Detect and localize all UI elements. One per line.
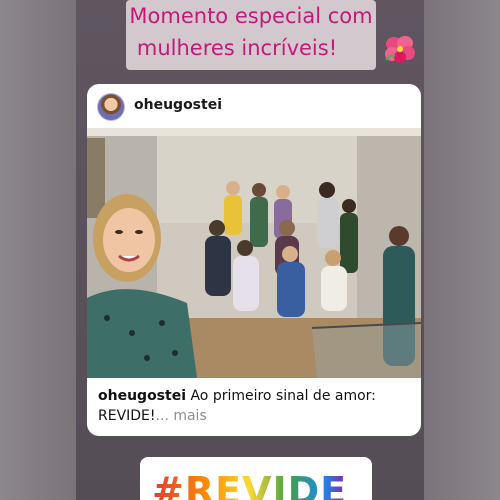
- post-username[interactable]: oheugostei: [134, 97, 222, 113]
- hibiscus-icon: [385, 36, 415, 63]
- hashtag-sticker[interactable]: #REVIDE: [140, 457, 372, 500]
- blurred-background-right: [424, 0, 500, 500]
- story-caption-box: Momento especial com mulheres incríveis!: [126, 0, 415, 70]
- post-caption-username[interactable]: oheugostei: [98, 388, 186, 404]
- story-caption-line-2: mulheres incríveis!: [112, 36, 362, 60]
- post-caption[interactable]: oheugostei Ao primeiro sinal de amor: RE…: [98, 386, 414, 426]
- story-caption-line-1: Momento especial com: [129, 4, 373, 28]
- shared-post-card[interactable]: oheugostei oheugostei Ao primeiro sinal …: [87, 84, 421, 436]
- group-photo-image: [87, 128, 421, 378]
- more-link[interactable]: ... mais: [156, 408, 207, 424]
- story-frame: Momento especial com mulheres incríveis!…: [76, 0, 424, 500]
- avatar[interactable]: [97, 93, 125, 121]
- post-header[interactable]: oheugostei: [87, 84, 421, 128]
- blurred-background-left: [0, 0, 76, 500]
- post-photo[interactable]: [87, 128, 421, 378]
- hashtag-sticker-text: #REVIDE: [152, 469, 347, 500]
- story-caption-line-2-text: mulheres incríveis!: [136, 36, 338, 60]
